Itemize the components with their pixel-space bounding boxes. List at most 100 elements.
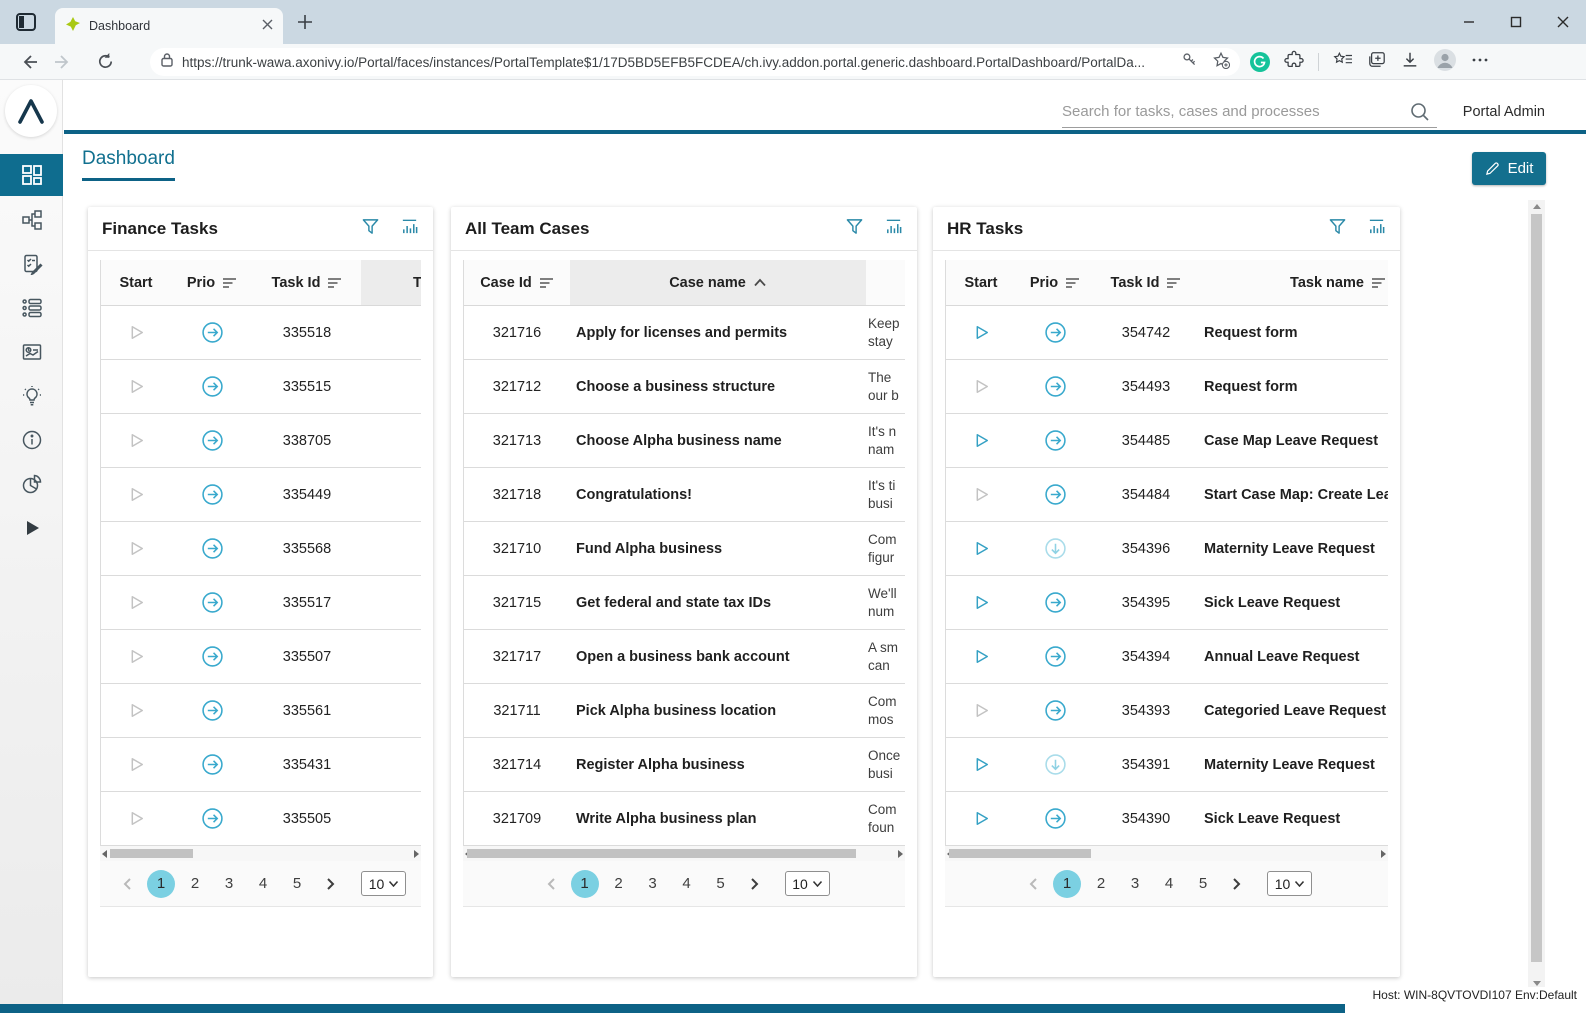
- start-task-button[interactable]: [946, 522, 1016, 575]
- vertical-scrollbar-thumb[interactable]: [1531, 214, 1542, 962]
- table-row[interactable]: 335515: [101, 360, 421, 414]
- table-row[interactable]: 321709Write Alpha business planComfoun: [464, 792, 905, 846]
- start-task-button[interactable]: [101, 630, 171, 683]
- table-row[interactable]: 321710Fund Alpha businessComfigur: [464, 522, 905, 576]
- table-row[interactable]: 354742Request form: [946, 306, 1388, 360]
- page-size-select[interactable]: 10: [785, 871, 830, 896]
- scroll-up-icon[interactable]: [1533, 204, 1541, 209]
- scroll-right-icon[interactable]: [414, 850, 419, 858]
- password-key-icon[interactable]: [1181, 51, 1198, 73]
- chart-view-icon[interactable]: [1367, 217, 1386, 241]
- start-task-button[interactable]: [101, 792, 171, 845]
- sidebar-item-statistics[interactable]: [0, 462, 63, 506]
- table-row[interactable]: 321715Get federal and state tax IDsWe'll…: [464, 576, 905, 630]
- page-size-select[interactable]: 10: [1267, 871, 1312, 896]
- column-header-prio[interactable]: Prio: [171, 260, 253, 305]
- extensions-puzzle-icon[interactable]: [1284, 50, 1304, 75]
- table-row[interactable]: 354493Request form: [946, 360, 1388, 414]
- start-task-button[interactable]: [946, 684, 1016, 737]
- start-task-button[interactable]: [101, 468, 171, 521]
- collections-icon[interactable]: [1367, 51, 1387, 74]
- scroll-left-icon[interactable]: [102, 850, 107, 858]
- downloads-icon[interactable]: [1401, 51, 1419, 74]
- page-button-2[interactable]: 2: [181, 870, 209, 898]
- page-button-3[interactable]: 3: [1121, 870, 1149, 898]
- horizontal-scrollbar-thumb[interactable]: [110, 849, 193, 858]
- table-row[interactable]: 321714Register Alpha businessOncebusi: [464, 738, 905, 792]
- table-row[interactable]: 321716Apply for licenses and permitsKeep…: [464, 306, 905, 360]
- horizontal-scrollbar[interactable]: [463, 846, 905, 861]
- page-button-3[interactable]: 3: [639, 870, 667, 898]
- table-row[interactable]: 335449: [101, 468, 421, 522]
- chart-view-icon[interactable]: [884, 217, 903, 241]
- table-row[interactable]: 335568: [101, 522, 421, 576]
- column-header-case-name[interactable]: Case name: [570, 260, 866, 305]
- page-button-1[interactable]: 1: [571, 870, 599, 898]
- column-header-task-name[interactable]: Task name: [361, 260, 421, 305]
- table-row[interactable]: 335561: [101, 684, 421, 738]
- page-button-1[interactable]: 1: [147, 870, 175, 898]
- table-row[interactable]: 354394Annual Leave Request: [946, 630, 1388, 684]
- tab-close-icon[interactable]: [262, 17, 273, 35]
- column-header-case-id[interactable]: Case Id: [464, 260, 570, 305]
- previous-page-button[interactable]: [115, 871, 141, 897]
- search-input[interactable]: [1062, 98, 1437, 124]
- horizontal-scrollbar-thumb[interactable]: [949, 849, 1091, 858]
- sidebar-item-dashboard[interactable]: [0, 154, 63, 196]
- profile-avatar-icon[interactable]: [1433, 48, 1457, 77]
- start-task-button[interactable]: [101, 414, 171, 467]
- sidebar-item-ideas[interactable]: [0, 374, 63, 418]
- workspaces-icon[interactable]: [14, 10, 38, 34]
- sidebar-item-processes[interactable]: [0, 198, 63, 242]
- column-header-task-id[interactable]: Task Id: [253, 260, 361, 305]
- url-text[interactable]: https://trunk-wawa.axonivy.io/Portal/fac…: [182, 55, 1181, 70]
- next-page-button[interactable]: [317, 871, 343, 897]
- new-tab-icon[interactable]: [296, 13, 314, 31]
- table-row[interactable]: 354395Sick Leave Request: [946, 576, 1388, 630]
- favorite-star-add-icon[interactable]: [1212, 51, 1230, 74]
- table-row[interactable]: 354390Sick Leave Request: [946, 792, 1388, 846]
- grammarly-extension-icon[interactable]: [1250, 52, 1270, 72]
- sidebar-item-cases[interactable]: [0, 286, 63, 330]
- window-close-icon[interactable]: [1539, 0, 1586, 44]
- forward-icon[interactable]: [46, 47, 80, 77]
- more-menu-icon[interactable]: [1471, 51, 1489, 74]
- page-button-5[interactable]: 5: [1189, 870, 1217, 898]
- edit-dashboard-button[interactable]: Edit: [1472, 152, 1546, 185]
- scroll-right-icon[interactable]: [898, 850, 903, 858]
- table-row[interactable]: 335507: [101, 630, 421, 684]
- start-task-button[interactable]: [946, 306, 1016, 359]
- table-row[interactable]: 354485Case Map Leave Request: [946, 414, 1388, 468]
- browser-tab-dashboard[interactable]: Dashboard: [55, 8, 283, 44]
- start-task-button[interactable]: [946, 414, 1016, 467]
- scroll-right-icon[interactable]: [1381, 850, 1386, 858]
- start-task-button[interactable]: [946, 630, 1016, 683]
- table-row[interactable]: 321712Choose a business structureTheour …: [464, 360, 905, 414]
- next-page-button[interactable]: [1223, 871, 1249, 897]
- page-button-5[interactable]: 5: [707, 870, 735, 898]
- dashboard-tab[interactable]: Dashboard: [82, 148, 175, 181]
- filter-icon[interactable]: [845, 217, 864, 241]
- page-button-2[interactable]: 2: [605, 870, 633, 898]
- horizontal-scrollbar-thumb[interactable]: [467, 849, 856, 858]
- window-maximize-icon[interactable]: [1492, 0, 1539, 44]
- start-task-button[interactable]: [946, 468, 1016, 521]
- column-header-task-id[interactable]: Task Id: [1094, 260, 1198, 305]
- table-row[interactable]: 354396Maternity Leave Request: [946, 522, 1388, 576]
- page-button-5[interactable]: 5: [283, 870, 311, 898]
- page-button-3[interactable]: 3: [215, 870, 243, 898]
- start-task-button[interactable]: [101, 306, 171, 359]
- horizontal-scrollbar[interactable]: [945, 846, 1388, 861]
- page-size-select[interactable]: 10: [361, 871, 406, 896]
- logged-in-user[interactable]: Portal Admin: [1463, 104, 1545, 120]
- start-task-button[interactable]: [946, 360, 1016, 413]
- page-button-4[interactable]: 4: [673, 870, 701, 898]
- page-button-2[interactable]: 2: [1087, 870, 1115, 898]
- sidebar-item-report[interactable]: [0, 330, 63, 374]
- table-row[interactable]: 321711Pick Alpha business locationCommos: [464, 684, 905, 738]
- sidebar-item-tasks[interactable]: [0, 242, 63, 286]
- favorites-bar-icon[interactable]: [1333, 51, 1353, 74]
- start-task-button[interactable]: [946, 792, 1016, 845]
- start-task-button[interactable]: [101, 684, 171, 737]
- vertical-scrollbar[interactable]: [1528, 200, 1545, 990]
